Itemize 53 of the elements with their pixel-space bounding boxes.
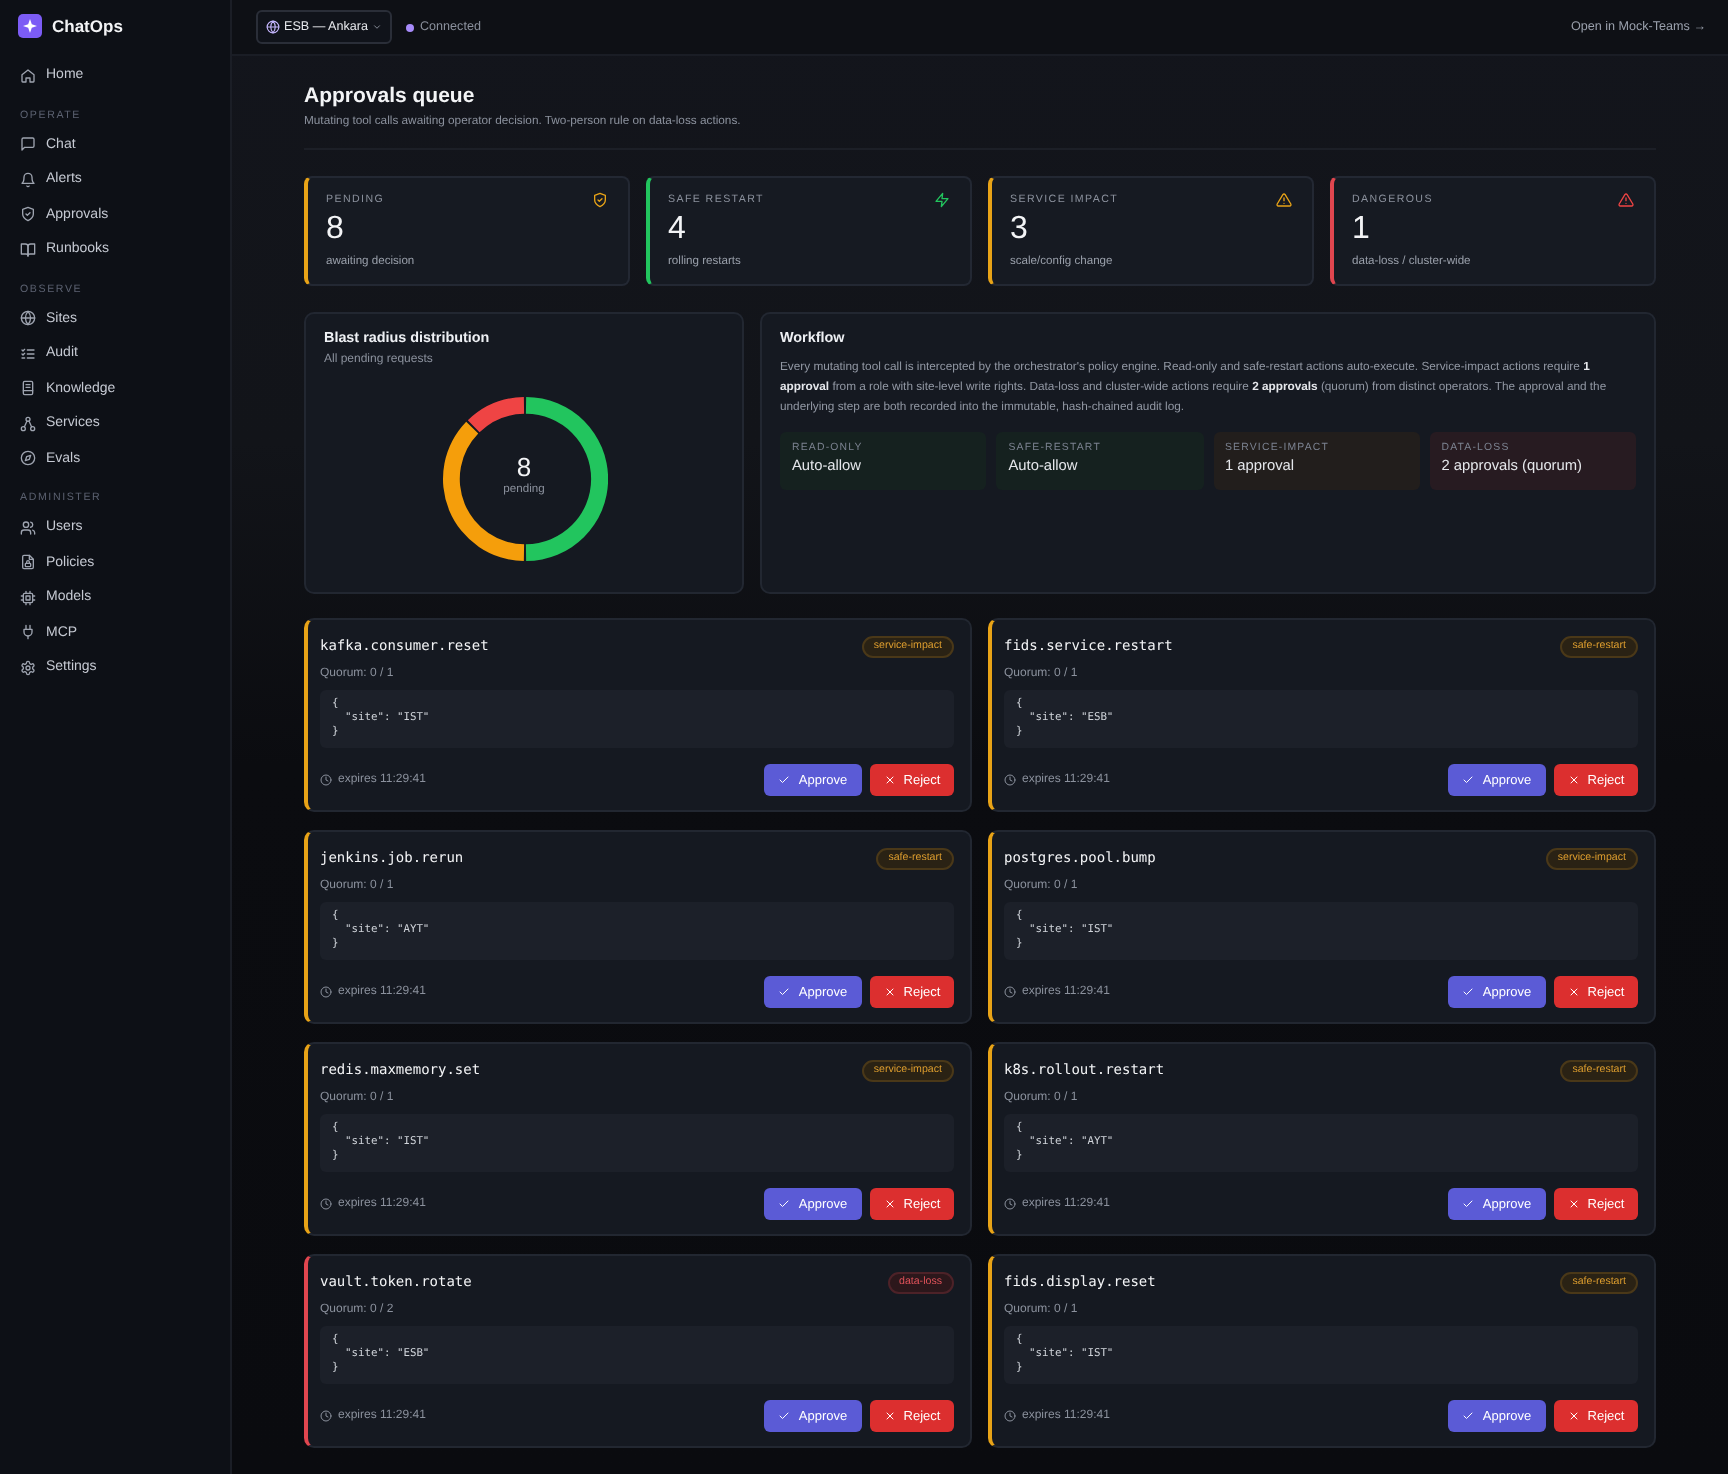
file-lock-icon	[20, 554, 36, 571]
pending-count: 8	[516, 452, 532, 482]
home-icon	[20, 67, 36, 84]
clock-icon	[1004, 1410, 1016, 1422]
clock-icon	[320, 1198, 332, 1210]
sparkle-logo-icon	[18, 14, 42, 38]
cross-icon	[883, 1410, 896, 1422]
lightning-icon	[934, 192, 950, 208]
checklist-icon	[20, 345, 36, 362]
stat-value: 1	[1352, 212, 1372, 248]
warning-icon	[1276, 192, 1292, 208]
stat-value: 8	[326, 212, 346, 248]
users-icon	[20, 519, 36, 536]
plug-icon	[20, 624, 36, 641]
cross-icon	[883, 1198, 896, 1210]
check-icon	[778, 1410, 791, 1422]
chat-bubble-icon	[20, 136, 36, 153]
clock-icon	[1004, 986, 1016, 998]
settings-icon	[20, 659, 36, 676]
page-title: Approvals queue	[304, 82, 477, 110]
globe-icon	[266, 20, 280, 34]
notebook-icon	[20, 380, 36, 397]
clock-icon	[1004, 1198, 1016, 1210]
check-icon	[778, 1198, 791, 1210]
cross-icon	[1567, 1198, 1580, 1210]
shield-icon	[592, 192, 608, 208]
shield-icon	[20, 206, 36, 223]
check-icon	[778, 774, 791, 786]
bell-icon	[20, 171, 36, 188]
stat-value: 3	[1010, 212, 1030, 248]
stat-value: 4	[668, 212, 688, 248]
clock-icon	[320, 986, 332, 998]
cross-icon	[883, 986, 896, 998]
cross-icon	[883, 774, 896, 786]
clock-icon	[320, 774, 332, 786]
clock-icon	[320, 1410, 332, 1422]
book-icon	[20, 241, 36, 258]
nodes-icon	[20, 415, 36, 432]
globe-icon	[20, 310, 36, 327]
check-icon	[1462, 1410, 1475, 1422]
warning-icon	[1618, 192, 1634, 208]
clock-icon	[1004, 774, 1016, 786]
cross-icon	[1567, 986, 1580, 998]
compass-icon	[20, 450, 36, 467]
cross-icon	[1567, 1410, 1580, 1422]
cross-icon	[1567, 774, 1580, 786]
chip-icon	[20, 589, 36, 606]
check-icon	[778, 986, 791, 998]
brand-name: ChatOps	[52, 16, 123, 36]
check-icon	[1462, 986, 1475, 998]
check-icon	[1462, 774, 1475, 786]
chevron-down-icon	[372, 22, 382, 32]
check-icon	[1462, 1198, 1475, 1210]
